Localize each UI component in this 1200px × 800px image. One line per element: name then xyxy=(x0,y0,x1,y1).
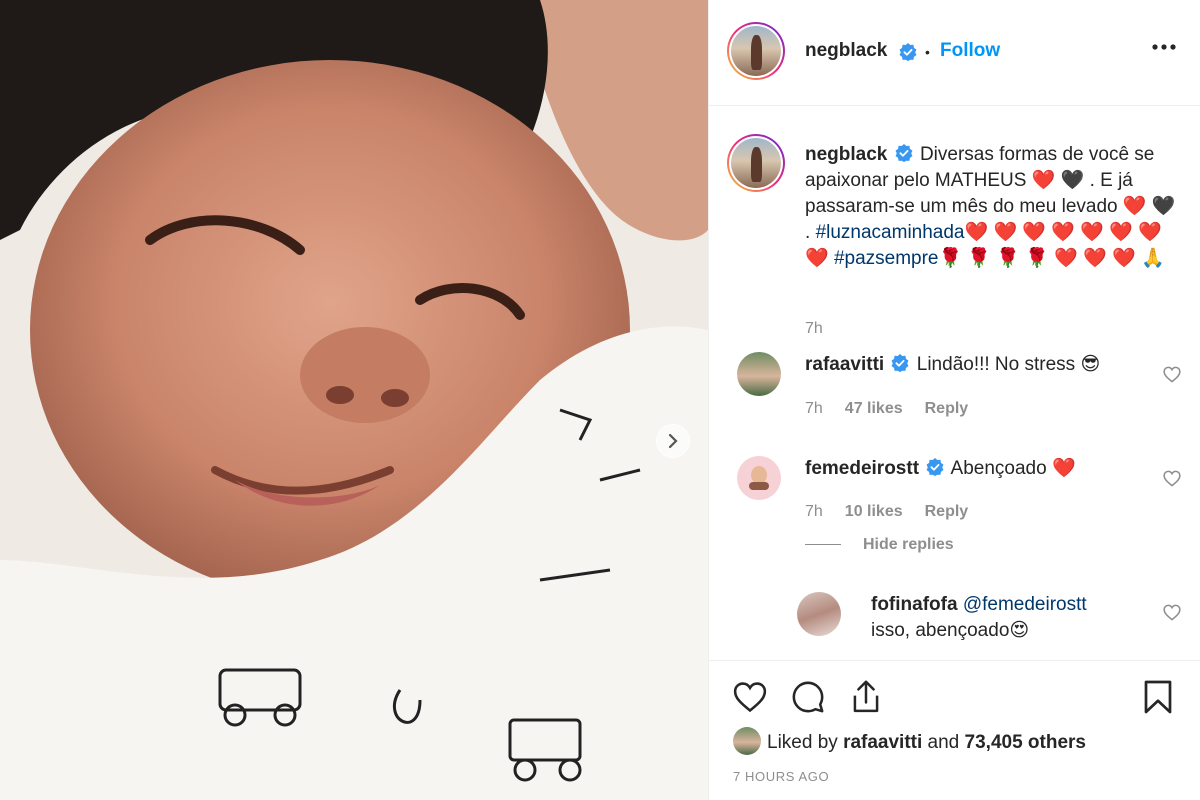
comment-reply-button[interactable]: Reply xyxy=(925,400,969,417)
comment: rafaavitti Lindão!!! No stress 😎 xyxy=(805,352,1100,378)
more-horizontal-icon[interactable] xyxy=(1151,42,1177,52)
reply-comment: fofinafofa @femedeirostt isso, abençoado… xyxy=(871,592,1121,644)
verified-badge-icon xyxy=(892,354,909,372)
caption-text: 🌹 🌹 🌹 🌹 ❤️ ❤️ ❤️ 🙏 xyxy=(938,248,1165,269)
comment-likes[interactable]: 10 likes xyxy=(845,503,903,520)
like-comment-heart-icon[interactable] xyxy=(1163,470,1181,487)
caption-username[interactable]: negblack xyxy=(805,144,887,165)
post-photo[interactable] xyxy=(0,0,708,800)
next-photo-button[interactable] xyxy=(656,424,690,458)
comment-username[interactable]: femedeirostt xyxy=(805,458,919,479)
share-upload-icon[interactable] xyxy=(849,679,883,715)
reply-username[interactable]: fofinafofa xyxy=(871,594,958,615)
verified-badge-icon xyxy=(899,43,917,61)
comment-reply-button[interactable]: Reply xyxy=(925,503,969,520)
hide-replies-label: Hide replies xyxy=(863,536,954,553)
comment-meta: 7h 10 likes Reply xyxy=(805,503,968,521)
comment-time[interactable]: 7h xyxy=(805,400,823,417)
author-avatar[interactable] xyxy=(727,22,785,80)
comment-time[interactable]: 7h xyxy=(805,503,823,520)
liked-by-user[interactable]: rafaavitti xyxy=(843,732,922,753)
hashtag-link[interactable]: #pazsempre xyxy=(834,248,939,269)
like-comment-heart-icon[interactable] xyxy=(1163,604,1181,621)
like-comment-heart-icon[interactable] xyxy=(1163,366,1181,383)
hide-replies-button[interactable]: Hide replies xyxy=(805,536,954,554)
baby-photo-illustration xyxy=(0,0,708,800)
caption-author-avatar[interactable] xyxy=(727,134,785,192)
liked-by-prefix: Liked by xyxy=(767,732,838,753)
comment-bubble-icon[interactable] xyxy=(791,680,825,714)
likes-summary: Liked by rafaavitti and 73,405 others xyxy=(767,732,1086,754)
like-heart-icon[interactable] xyxy=(733,681,767,713)
comment-likes[interactable]: 47 likes xyxy=(845,400,903,417)
chevron-right-icon xyxy=(668,433,678,449)
post-header: negblack • Follow xyxy=(709,0,1200,106)
comments-section[interactable]: negblack Diversas formas de você se apai… xyxy=(709,106,1200,660)
commenter-avatar[interactable] xyxy=(737,456,781,500)
comment-meta: 7h 47 likes Reply xyxy=(805,400,968,418)
commenter-avatar[interactable] xyxy=(737,352,781,396)
author-username[interactable]: negblack xyxy=(805,40,887,62)
caption-time[interactable]: 7h xyxy=(805,320,823,338)
comment-body: Abençoado ❤️ xyxy=(950,458,1076,479)
follow-button[interactable]: Follow xyxy=(940,40,1000,62)
save-bookmark-icon[interactable] xyxy=(1143,679,1173,715)
post-timestamp[interactable]: 7 HOURS AGO xyxy=(733,769,829,784)
verified-badge-icon xyxy=(926,458,944,476)
separator-dot: • xyxy=(925,44,930,60)
liked-by-avatar[interactable] xyxy=(733,727,761,755)
comment-body: Lindão!!! No stress 😎 xyxy=(916,354,1101,375)
verified-badge-icon xyxy=(895,144,913,162)
replies-divider xyxy=(805,544,841,546)
post-caption: negblack Diversas formas de você se apai… xyxy=(805,142,1185,272)
reply-body: isso, abençoado😍 xyxy=(871,620,1030,641)
hashtag-link[interactable]: #luznacaminhada xyxy=(816,222,965,243)
liked-by-count[interactable]: 73,405 others xyxy=(965,732,1086,753)
post-side-panel: negblack • Follow negblack Diversas form… xyxy=(708,0,1200,800)
liked-by-and: and xyxy=(927,732,960,753)
reply-mention[interactable]: @femedeirostt xyxy=(963,594,1087,615)
post-actions: Liked by rafaavitti and 73,405 others 7 … xyxy=(709,660,1200,800)
reply-avatar[interactable] xyxy=(797,592,841,636)
comment-username[interactable]: rafaavitti xyxy=(805,354,884,375)
comment: femedeirostt Abençoado ❤️ xyxy=(805,456,1076,482)
